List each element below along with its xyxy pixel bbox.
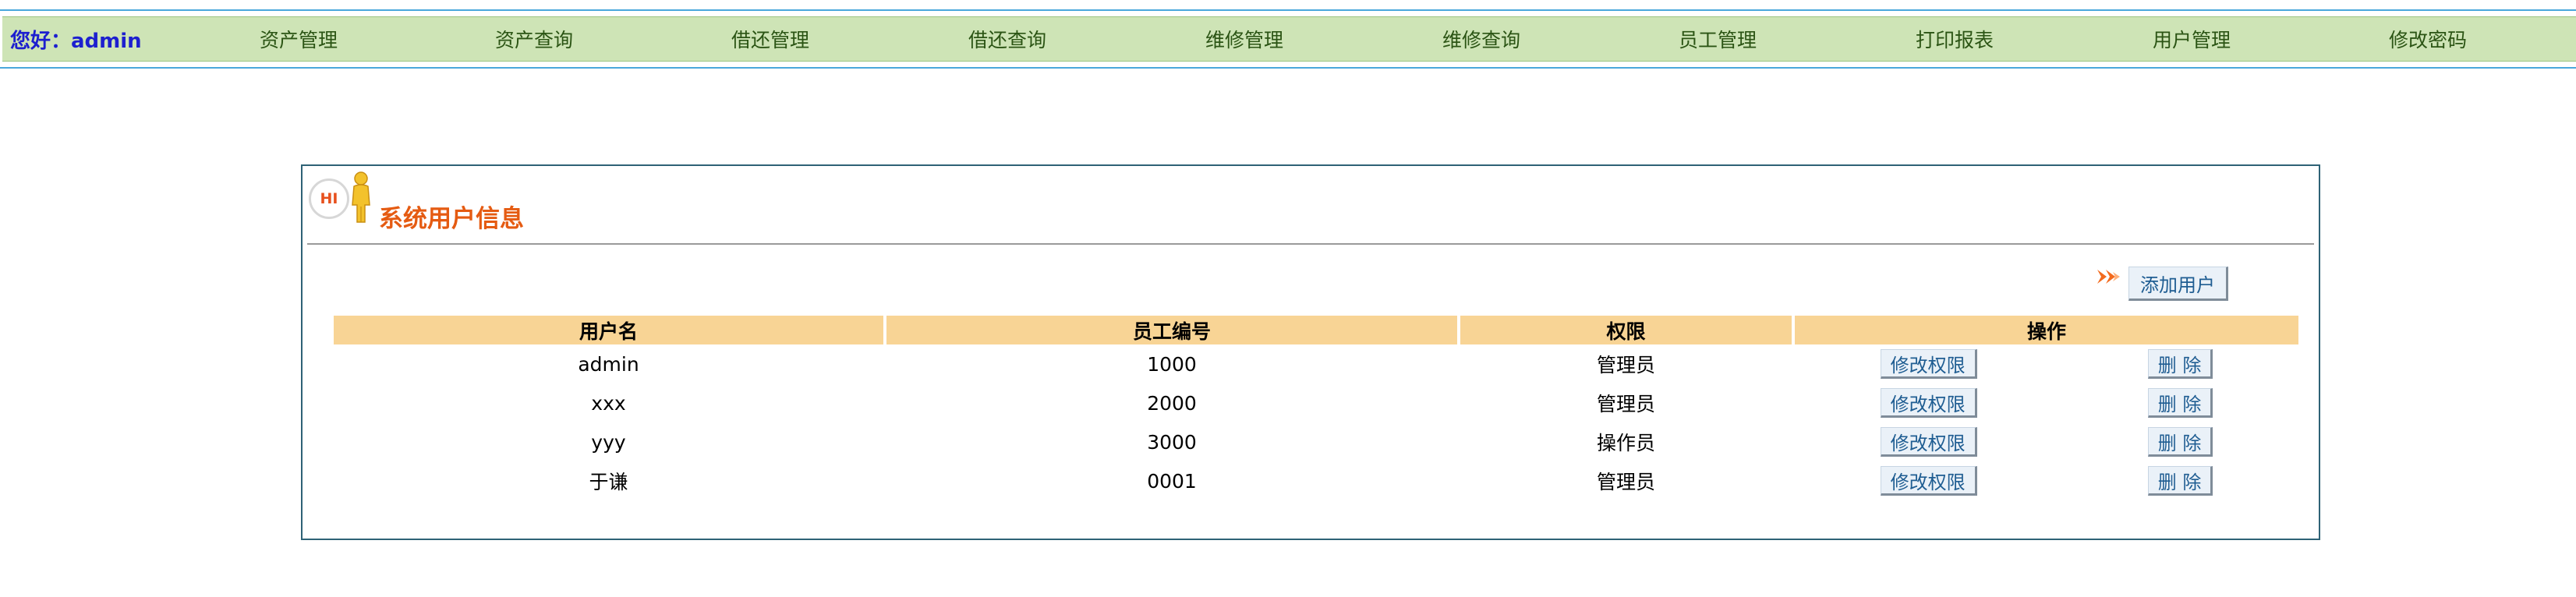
nav-employee-management[interactable]: 员工管理 <box>1679 17 1757 61</box>
cell-employee-id: 2000 <box>1147 391 1197 415</box>
greeting-text: 您好：admin <box>10 29 142 53</box>
cell-username: admin <box>578 352 639 376</box>
nav-change-password[interactable]: 修改密码 <box>2389 17 2467 61</box>
cell-username: yyy <box>591 430 626 454</box>
edit-permission-button[interactable]: 修改权限 <box>1880 388 1977 418</box>
table-row: xxx 2000 管理员 修改权限 删 除 <box>334 383 2298 422</box>
table-row: 于谦 0001 管理员 修改权限 删 除 <box>334 461 2298 500</box>
nav-asset-query[interactable]: 资产查询 <box>495 17 573 61</box>
panel-title: 系统用户信息 <box>379 205 524 233</box>
table-row: admin 1000 管理员 修改权限 删 除 <box>334 344 2298 383</box>
top-navigation-bar: 您好：admin 资产管理 资产查询 借还管理 借还查询 维修管理 维修查询 员… <box>0 9 2576 69</box>
edit-permission-button[interactable]: 修改权限 <box>1880 466 1977 496</box>
nav-repair-management[interactable]: 维修管理 <box>1205 17 1283 61</box>
edit-permission-button[interactable]: 修改权限 <box>1880 427 1977 457</box>
add-user-area: 添加用户 <box>2096 264 2228 303</box>
delete-button[interactable]: 删 除 <box>2147 349 2213 379</box>
nav-user-management[interactable]: 用户管理 <box>2153 17 2231 61</box>
header-username: 用户名 <box>334 316 883 344</box>
header-actions: 操作 <box>1795 316 2298 344</box>
user-info-panel: HI 系统用户信息 添加用户 用户名 员工编号 权限 操作 admin 1000… <box>301 164 2320 540</box>
delete-button[interactable]: 删 除 <box>2147 466 2213 496</box>
cell-actions: 修改权限 删 除 <box>1795 383 2298 422</box>
cell-username: xxx <box>591 391 626 415</box>
user-table: 用户名 员工编号 权限 操作 admin 1000 管理员 修改权限 删 除 x… <box>331 316 2302 500</box>
nav-strip: 您好：admin 资产管理 资产查询 借还管理 借还查询 维修管理 维修查询 员… <box>2 16 2576 62</box>
cell-role: 操作员 <box>1596 432 1655 454</box>
add-user-button[interactable]: 添加用户 <box>2128 267 2228 301</box>
user-table-container: 用户名 员工编号 权限 操作 admin 1000 管理员 修改权限 删 除 x… <box>331 316 2298 500</box>
nav-borrow-management[interactable]: 借还管理 <box>731 17 809 61</box>
cell-actions: 修改权限 删 除 <box>1795 344 2298 383</box>
hi-badge-icon: HI <box>309 178 349 219</box>
nav-print-report[interactable]: 打印报表 <box>1916 17 1994 61</box>
nav-repair-query[interactable]: 维修查询 <box>1442 17 1520 61</box>
nav-asset-management[interactable]: 资产管理 <box>260 17 338 61</box>
delete-button[interactable]: 删 除 <box>2147 427 2213 457</box>
cell-actions: 修改权限 删 除 <box>1795 461 2298 500</box>
cell-username: 于谦 <box>589 471 628 493</box>
delete-button[interactable]: 删 除 <box>2147 388 2213 418</box>
title-divider <box>307 243 2314 245</box>
cell-role: 管理员 <box>1596 393 1655 415</box>
header-role: 权限 <box>1460 316 1792 344</box>
cell-employee-id: 0001 <box>1147 469 1197 493</box>
cell-employee-id: 3000 <box>1147 430 1197 454</box>
cell-role: 管理员 <box>1596 471 1655 493</box>
table-header-row: 用户名 员工编号 权限 操作 <box>334 316 2298 344</box>
cell-actions: 修改权限 删 除 <box>1795 422 2298 461</box>
header-employee-id: 员工编号 <box>886 316 1457 344</box>
person-icon <box>352 171 370 223</box>
edit-permission-button[interactable]: 修改权限 <box>1880 349 1977 379</box>
nav-borrow-query[interactable]: 借还查询 <box>968 17 1046 61</box>
cell-role: 管理员 <box>1596 354 1655 376</box>
double-chevron-icon <box>2097 270 2120 284</box>
table-row: yyy 3000 操作员 修改权限 删 除 <box>334 422 2298 461</box>
cell-employee-id: 1000 <box>1147 352 1197 376</box>
